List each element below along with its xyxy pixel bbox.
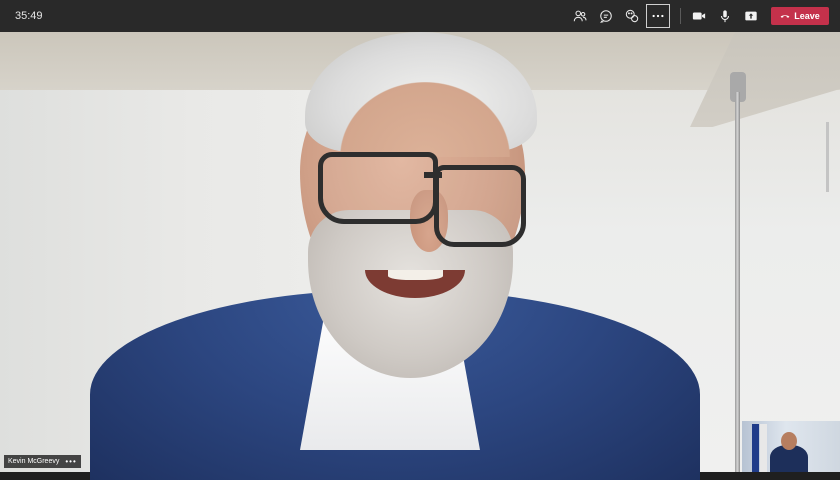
participant-glasses-left-lens <box>318 152 438 224</box>
people-icon <box>573 10 587 22</box>
self-view-flag-blue <box>752 424 759 472</box>
reactions-button[interactable] <box>621 5 643 27</box>
microphone-button[interactable] <box>714 5 736 27</box>
more-icon <box>652 14 664 18</box>
self-view-flag-white <box>760 424 767 472</box>
chat-icon <box>600 10 612 23</box>
phone-hangup-icon <box>780 15 790 18</box>
participant-options-button[interactable]: ••• <box>65 457 76 466</box>
share-screen-button[interactable] <box>740 5 762 27</box>
more-options-button[interactable] <box>646 4 670 28</box>
mic-icon <box>720 10 730 23</box>
camera-icon <box>692 12 706 20</box>
self-view-face <box>781 432 797 450</box>
video-background-pole <box>735 92 740 472</box>
leave-button[interactable]: Leave <box>771 7 829 25</box>
participant-teeth <box>388 270 443 280</box>
meeting-toolbar: 35:49 Leave <box>0 0 840 32</box>
video-background-rope <box>826 122 829 192</box>
share-icon <box>745 11 757 21</box>
participant-glasses-right-lens <box>434 165 526 247</box>
participant-name-tag: Kevin McGreevy ••• <box>4 455 81 468</box>
chat-button[interactable] <box>595 5 617 27</box>
participant-forehead <box>340 82 510 157</box>
meeting-timer: 35:49 <box>15 10 43 22</box>
toolbar-divider <box>680 8 681 24</box>
participants-button[interactable] <box>569 5 591 27</box>
leave-label: Leave <box>794 11 820 21</box>
participant-name: Kevin McGreevy <box>8 458 60 465</box>
camera-button[interactable] <box>688 5 710 27</box>
reactions-icon <box>625 9 639 23</box>
participant-glasses-bridge <box>424 172 442 178</box>
